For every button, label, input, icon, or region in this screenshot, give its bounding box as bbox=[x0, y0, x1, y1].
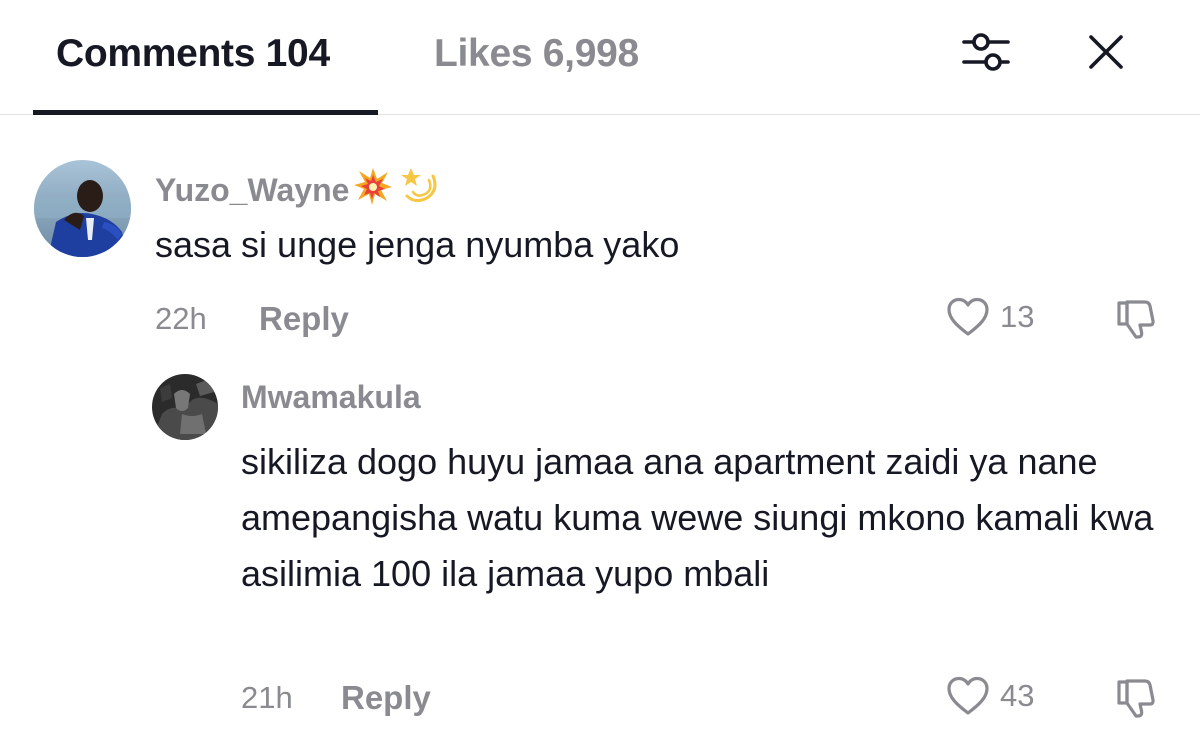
like-count: 13 bbox=[1000, 299, 1035, 334]
heart-icon bbox=[947, 297, 989, 336]
comment-timestamp: 22h bbox=[155, 301, 207, 336]
comment-username[interactable]: Mwamakula bbox=[241, 379, 421, 416]
dislike-button[interactable] bbox=[1112, 295, 1160, 343]
dizzy-emoji bbox=[397, 164, 441, 216]
thumbs-down-icon bbox=[1117, 679, 1155, 718]
close-button[interactable] bbox=[1076, 24, 1136, 80]
collision-emoji bbox=[353, 166, 393, 214]
like-count: 43 bbox=[1000, 678, 1035, 713]
reply-button[interactable]: Reply bbox=[259, 300, 349, 338]
comment-timestamp: 21h bbox=[241, 680, 293, 715]
sliders-icon bbox=[962, 33, 1010, 71]
like-button[interactable]: 13 bbox=[946, 296, 1034, 338]
close-icon bbox=[1089, 35, 1123, 69]
tab-likes[interactable]: Likes 6,998 bbox=[434, 32, 639, 76]
reply-button[interactable]: Reply bbox=[341, 679, 431, 717]
like-button[interactable]: 43 bbox=[946, 675, 1034, 717]
comments-panel-header: Comments 104 Likes 6,998 bbox=[0, 0, 1200, 115]
dislike-button[interactable] bbox=[1112, 674, 1160, 722]
active-tab-indicator bbox=[33, 110, 378, 115]
avatar-photo bbox=[152, 374, 218, 440]
comment-username[interactable]: Yuzo_Wayne bbox=[155, 164, 441, 216]
filter-button[interactable] bbox=[956, 24, 1016, 80]
heart-icon bbox=[947, 676, 989, 715]
comment-text: sikiliza dogo huyu jamaa ana apartment z… bbox=[241, 441, 1154, 594]
comment-text: sasa si unge jenga nyumba yako bbox=[155, 224, 680, 265]
avatar[interactable] bbox=[152, 374, 218, 440]
avatar[interactable] bbox=[34, 160, 131, 257]
thumbs-down-icon bbox=[1117, 300, 1155, 339]
avatar-photo bbox=[34, 160, 131, 257]
tab-comments[interactable]: Comments 104 bbox=[56, 32, 330, 76]
